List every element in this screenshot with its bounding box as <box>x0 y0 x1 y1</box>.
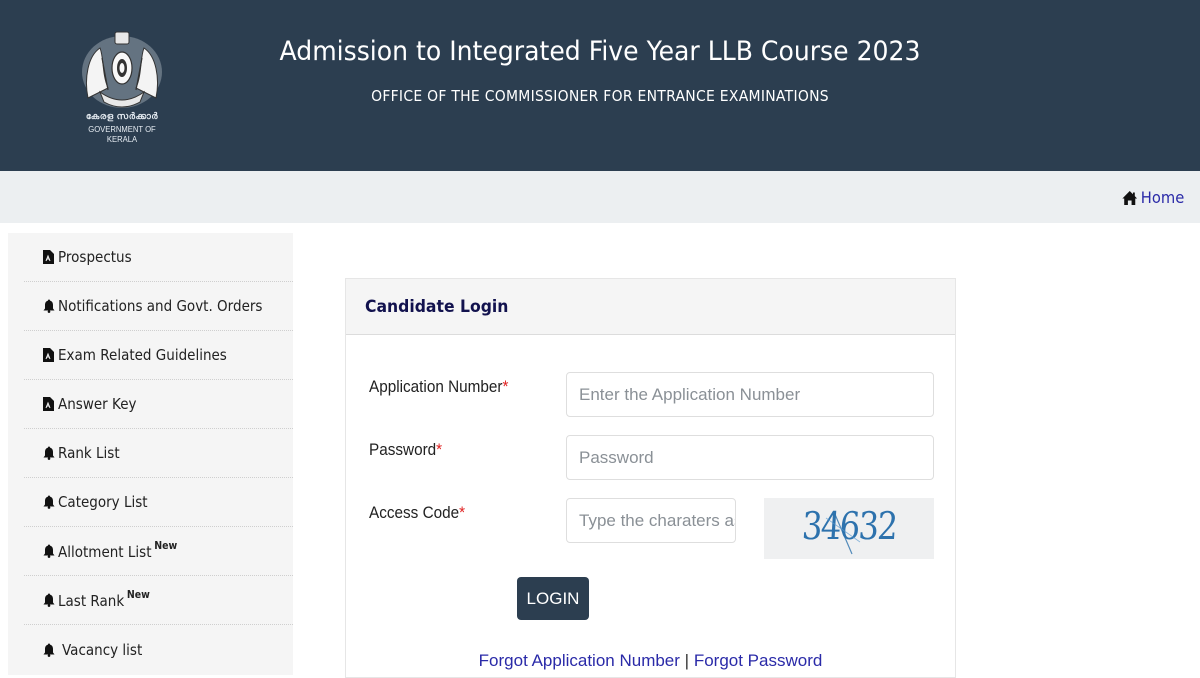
new-badge: New <box>126 588 150 601</box>
sidebar-item-prospectus[interactable]: Prospectus <box>24 233 293 282</box>
password-input[interactable] <box>566 435 934 480</box>
bell-icon <box>43 446 55 461</box>
required-mark: * <box>436 440 443 459</box>
home-icon <box>1122 190 1137 205</box>
sidebar-item-label: Notifications and Govt. Orders <box>58 297 263 315</box>
label-text: Application Number <box>369 377 503 396</box>
sidebar-item-label: Last Rank <box>58 591 125 610</box>
captcha-image: 34632 <box>764 498 934 559</box>
bell-icon <box>43 299 55 314</box>
sidebar: Prospectus Notifications and Govt. Order… <box>8 233 293 675</box>
sidebar-item-label: Prospectus <box>58 248 132 266</box>
sidebar-item-rank-list[interactable]: Rank List <box>24 429 293 478</box>
new-badge: New <box>154 539 178 552</box>
site-header: കേരള സർക്കാർ GOVERNMENT OF KERALA Admiss… <box>0 0 1200 171</box>
forgot-links: Forgot Application Number | Forgot Passw… <box>346 651 955 671</box>
sidebar-item-label: Category List <box>58 493 148 511</box>
password-label: Password* <box>369 440 442 460</box>
link-separator: | <box>684 651 690 670</box>
forgot-password-link[interactable]: Forgot Password <box>694 651 823 670</box>
pdf-icon <box>43 397 55 412</box>
sidebar-item-text: Allotment List New <box>58 539 178 561</box>
sidebar-item-exam-guidelines[interactable]: Exam Related Guidelines <box>24 331 293 380</box>
bell-icon <box>43 544 55 559</box>
emblem-malayalam-caption: കേരള സർക്കാർ <box>85 111 159 121</box>
sidebar-item-text: Last Rank New <box>58 588 150 610</box>
sidebar-item-label: Allotment List <box>58 542 152 561</box>
captcha-noise <box>825 511 861 555</box>
sidebar-item-label: Vacancy list <box>62 640 143 659</box>
sidebar-item-answer-key[interactable]: Answer Key <box>24 380 293 429</box>
sidebar-item-notifications[interactable]: Notifications and Govt. Orders <box>24 282 293 331</box>
sidebar-item-allotment-list[interactable]: Allotment List New <box>24 527 293 576</box>
access-code-label: Access Code* <box>369 503 465 523</box>
page-title: Admission to Integrated Five Year LLB Co… <box>279 36 921 67</box>
login-button[interactable]: LOGIN <box>517 577 589 620</box>
required-mark: * <box>502 377 509 396</box>
top-navbar: Home <box>0 171 1200 223</box>
label-text: Password <box>369 440 437 459</box>
card-header: Candidate Login <box>346 279 955 335</box>
sidebar-item-last-rank[interactable]: Last Rank New <box>24 576 293 625</box>
application-number-input[interactable] <box>566 372 934 417</box>
card-title: Candidate Login <box>365 296 509 317</box>
sidebar-item-label: Rank List <box>58 444 120 462</box>
sidebar-item-vacancy-list[interactable]: Vacancy list <box>24 625 293 674</box>
candidate-login-card: Candidate Login Application Number* Pass… <box>345 278 956 678</box>
bell-icon <box>43 593 55 608</box>
kerala-emblem-logo: കേരള സർക്കാർ GOVERNMENT OF KERALA <box>72 28 172 144</box>
emblem-caption: GOVERNMENT OF KERALA <box>88 124 156 144</box>
home-link-label: Home <box>1140 188 1184 207</box>
application-number-label: Application Number* <box>369 377 508 397</box>
pdf-icon <box>43 250 55 265</box>
page-subtitle: OFFICE OF THE COMMISSIONER FOR ENTRANCE … <box>371 87 829 105</box>
label-text: Access Code <box>369 503 460 522</box>
forgot-application-number-link[interactable]: Forgot Application Number <box>479 651 680 670</box>
access-code-input[interactable] <box>566 498 736 543</box>
pdf-icon <box>43 348 55 363</box>
emblem-icon <box>82 31 162 108</box>
sidebar-item-label: Answer Key <box>58 395 137 413</box>
bell-icon <box>43 642 55 657</box>
sidebar-item-category-list[interactable]: Category List <box>24 478 293 527</box>
bell-icon <box>43 495 55 510</box>
required-mark: * <box>459 503 466 522</box>
home-link[interactable]: Home <box>1121 188 1184 207</box>
sidebar-item-label: Exam Related Guidelines <box>58 346 227 364</box>
